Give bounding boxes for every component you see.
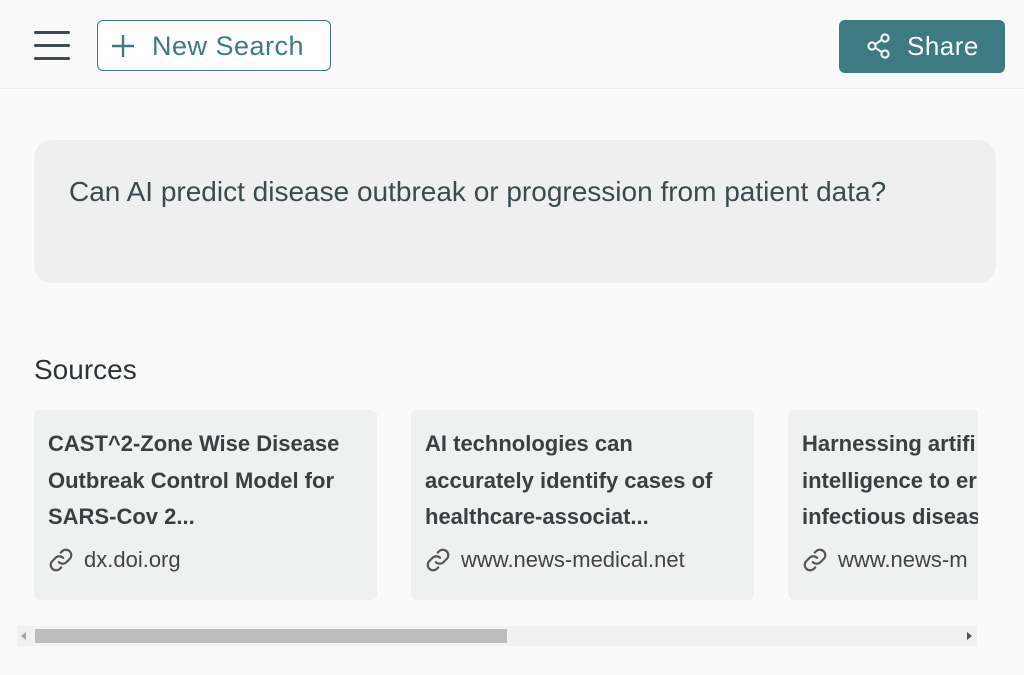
scrollbar-thumb[interactable] (35, 629, 507, 643)
source-card[interactable]: CAST^2-Zone Wise Disease Outbreak Contro… (34, 410, 377, 600)
query-text: Can AI predict disease outbreak or progr… (69, 176, 887, 207)
share-button[interactable]: Share (839, 20, 1005, 73)
source-domain: www.news-medical.net (461, 547, 685, 572)
share-nodes-icon (867, 33, 890, 59)
query-box: Can AI predict disease outbreak or progr… (34, 140, 996, 283)
source-card[interactable]: Harnessing artifi intelligence to er inf… (788, 410, 978, 600)
link-icon (426, 548, 450, 572)
horizontal-scrollbar[interactable] (17, 626, 977, 646)
sources-heading: Sources (34, 354, 137, 385)
scroll-left-arrow-icon[interactable] (21, 632, 26, 640)
plus-icon (112, 35, 134, 57)
source-title: CAST^2-Zone Wise Disease Outbreak Contro… (48, 431, 340, 529)
source-link[interactable]: www.news-m (802, 545, 968, 575)
source-title: Harnessing artifi intelligence to er inf… (802, 431, 978, 529)
hamburger-menu-icon[interactable] (32, 27, 72, 63)
source-card[interactable]: AI technologies can accurately identify … (411, 410, 754, 600)
source-domain: dx.doi.org (84, 547, 181, 572)
new-search-button[interactable]: New Search (97, 20, 331, 71)
source-link[interactable]: www.news-medical.net (425, 545, 685, 575)
top-bar: New Search Share (0, 0, 1024, 89)
source-title: AI technologies can accurately identify … (425, 431, 713, 529)
scroll-right-arrow-icon[interactable] (967, 632, 972, 640)
new-search-label: New Search (152, 31, 305, 61)
link-icon (49, 548, 73, 572)
link-icon (803, 548, 827, 572)
sources-carousel[interactable]: CAST^2-Zone Wise Disease Outbreak Contro… (34, 410, 978, 602)
share-label: Share (907, 31, 979, 61)
source-link[interactable]: dx.doi.org (48, 545, 181, 575)
source-domain: www.news-m (838, 547, 968, 572)
